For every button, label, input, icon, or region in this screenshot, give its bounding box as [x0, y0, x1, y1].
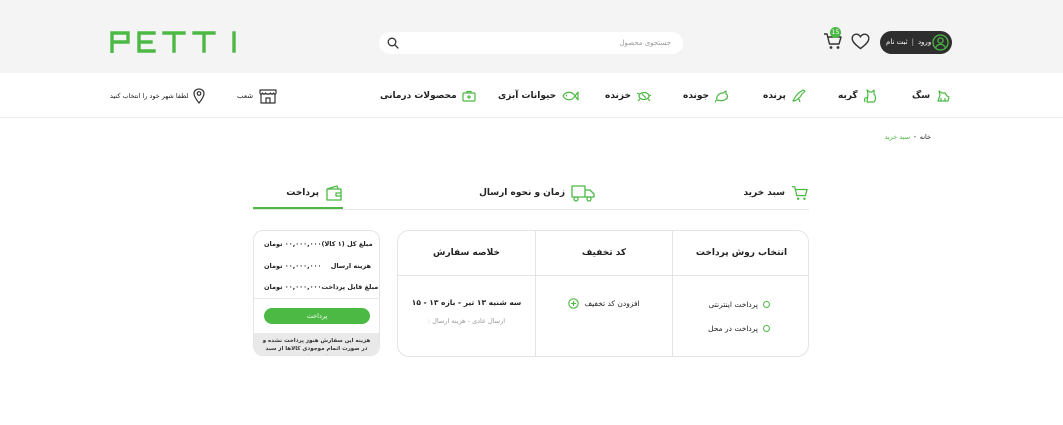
- medical-kit-icon: [462, 90, 476, 102]
- nav-item-aquatic[interactable]: حیوانات آبزی: [498, 88, 579, 104]
- breadcrumb-home[interactable]: خانه: [920, 133, 931, 141]
- search-icon[interactable]: [387, 37, 399, 49]
- cart-notice: هزینه این سفارش هنوز پرداخت نشده و در صو…: [254, 333, 379, 355]
- shipping-method-text: ارسال عادی - هزینه ارسال :: [427, 317, 506, 325]
- active-step-indicator: [253, 207, 343, 209]
- nav-item-label: حیوانات آبزی: [498, 91, 557, 101]
- payment-option-cod[interactable]: پرداخت در محل: [708, 322, 770, 334]
- radio-button[interactable]: [763, 324, 770, 332]
- branches-label: شعب: [237, 92, 254, 100]
- checkout-options-card: انتخاب روش پرداخت پرداخت اینترنتی پرداخت…: [397, 230, 809, 357]
- nav-item-label: خزنده: [605, 91, 631, 101]
- nav-item-cat[interactable]: گربه: [838, 88, 879, 104]
- add-discount-button[interactable]: افزودن کد تخفیف: [536, 298, 672, 309]
- login-signup-text: ورود |ثبت نام: [886, 31, 931, 54]
- payment-option-label: پرداخت اینترنتی: [708, 299, 758, 309]
- bird-icon: [792, 89, 806, 103]
- price-row-payable: ۰۰,۰۰۰,۰۰۰ تومان مبلغ قابل پرداخت: [264, 281, 378, 293]
- add-discount-label: افزودن کد تخفیف: [584, 299, 640, 308]
- order-summary-column: خلاصه سفارش سه شنبه ۱۳ تیر - بازه ۱۳ - ۱…: [398, 231, 535, 356]
- search-input[interactable]: [405, 32, 675, 54]
- store-icon: [259, 89, 277, 104]
- location-pin-icon: [193, 88, 206, 104]
- login-label[interactable]: ورود: [918, 38, 931, 46]
- nav-item-reptile[interactable]: خزنده: [605, 88, 652, 104]
- plus-circle-icon: [568, 298, 580, 309]
- price-row-total: ۰۰,۰۰۰,۰۰۰ تومان مبلغ کل (۱ کالا): [264, 238, 373, 250]
- checkout-steps: سبد خرید زمان و نحوه ارسال پرداخت: [253, 178, 809, 210]
- nav-item-bird[interactable]: پرنده: [763, 88, 807, 104]
- user-icon: [932, 34, 949, 51]
- radio-button[interactable]: [763, 300, 770, 308]
- breadcrumb: خانه • سبد خرید: [875, 133, 931, 141]
- step-payment[interactable]: پرداخت: [286, 178, 343, 208]
- breadcrumb-current: سبد خرید: [884, 133, 911, 141]
- nav-item-label: پرنده: [763, 91, 786, 101]
- nav-item-rodent[interactable]: جونده: [683, 88, 730, 104]
- search-box: [379, 32, 683, 54]
- branches-link[interactable]: شعب: [237, 87, 277, 105]
- discount-column: کد تخفیف افزودن کد تخفیف: [535, 231, 672, 356]
- reptile-icon: [636, 91, 652, 102]
- price-value: ۰۰,۰۰۰,۰۰۰ تومان: [264, 283, 322, 291]
- step-label: سبد خرید: [743, 188, 785, 198]
- pay-button[interactable]: پرداخت: [264, 308, 370, 324]
- price-label: هزینه ارسال: [330, 262, 371, 270]
- cat-icon: [863, 89, 876, 103]
- nav-item-medical[interactable]: محصولات درمانی: [380, 88, 476, 104]
- price-value: ۰۰,۰۰۰,۰۰۰ تومان: [264, 240, 322, 248]
- signup-label[interactable]: ثبت نام: [886, 38, 908, 46]
- delivery-time-text: سه شنبه ۱۳ تیر - بازه ۱۳ - ۱۵: [411, 298, 522, 307]
- nav-item-label: سگ: [912, 91, 931, 101]
- login-separator: |: [911, 38, 914, 46]
- wallet-icon: [326, 185, 342, 201]
- price-label: مبلغ قابل پرداخت: [321, 283, 379, 291]
- order-summary-header: خلاصه سفارش: [398, 231, 535, 276]
- fish-icon: [562, 91, 579, 101]
- city-selector[interactable]: لطفا شهر خود را انتخاب کنید: [110, 88, 206, 104]
- payment-method-header: انتخاب روش پرداخت: [673, 231, 808, 276]
- price-summary-card: ۰۰,۰۰۰,۰۰۰ تومان مبلغ کل (۱ کالا) ۰۰,۰۰۰…: [253, 230, 380, 356]
- nav-item-label: جونده: [683, 91, 710, 101]
- step-cart[interactable]: سبد خرید: [743, 178, 809, 208]
- price-label: مبلغ کل (۱ کالا): [321, 240, 373, 248]
- payment-option-online[interactable]: پرداخت اینترنتی: [709, 298, 770, 310]
- nav-item-dog[interactable]: سگ: [912, 88, 951, 104]
- step-label: پرداخت: [286, 188, 319, 198]
- petti-logo[interactable]: [110, 31, 238, 53]
- rodent-icon: [714, 90, 729, 103]
- discount-header: کد تخفیف: [536, 231, 672, 276]
- category-nav: سگ گربه پرنده جونده خزنده حیوانات آبزی م…: [0, 73, 1063, 118]
- truck-icon: [571, 185, 595, 202]
- cart-icon: [792, 186, 808, 201]
- city-label: لطفا شهر خود را انتخاب کنید: [110, 92, 189, 100]
- site-header: 15 ورود |ثبت نام: [0, 0, 1063, 73]
- price-row-shipping: ۰۰,۰۰۰,۰۰۰ تومان هزینه ارسال: [264, 260, 371, 272]
- price-value: ۰۰,۰۰۰,۰۰۰ تومان: [264, 262, 322, 270]
- heart-icon[interactable]: [851, 33, 870, 50]
- dog-icon: [937, 90, 950, 102]
- step-shipping[interactable]: زمان و نحوه ارسال: [479, 178, 595, 208]
- nav-item-label: محصولات درمانی: [380, 91, 457, 101]
- step-label: زمان و نحوه ارسال: [479, 188, 565, 198]
- nav-item-label: گربه: [838, 91, 858, 101]
- login-signup-button[interactable]: ورود |ثبت نام: [880, 31, 952, 54]
- payment-option-label: پرداخت در محل: [708, 323, 758, 333]
- cart-count-badge: 15: [830, 27, 841, 38]
- divider: [254, 298, 379, 299]
- breadcrumb-separator: •: [913, 133, 917, 141]
- payment-method-column: انتخاب روش پرداخت پرداخت اینترنتی پرداخت…: [672, 231, 808, 356]
